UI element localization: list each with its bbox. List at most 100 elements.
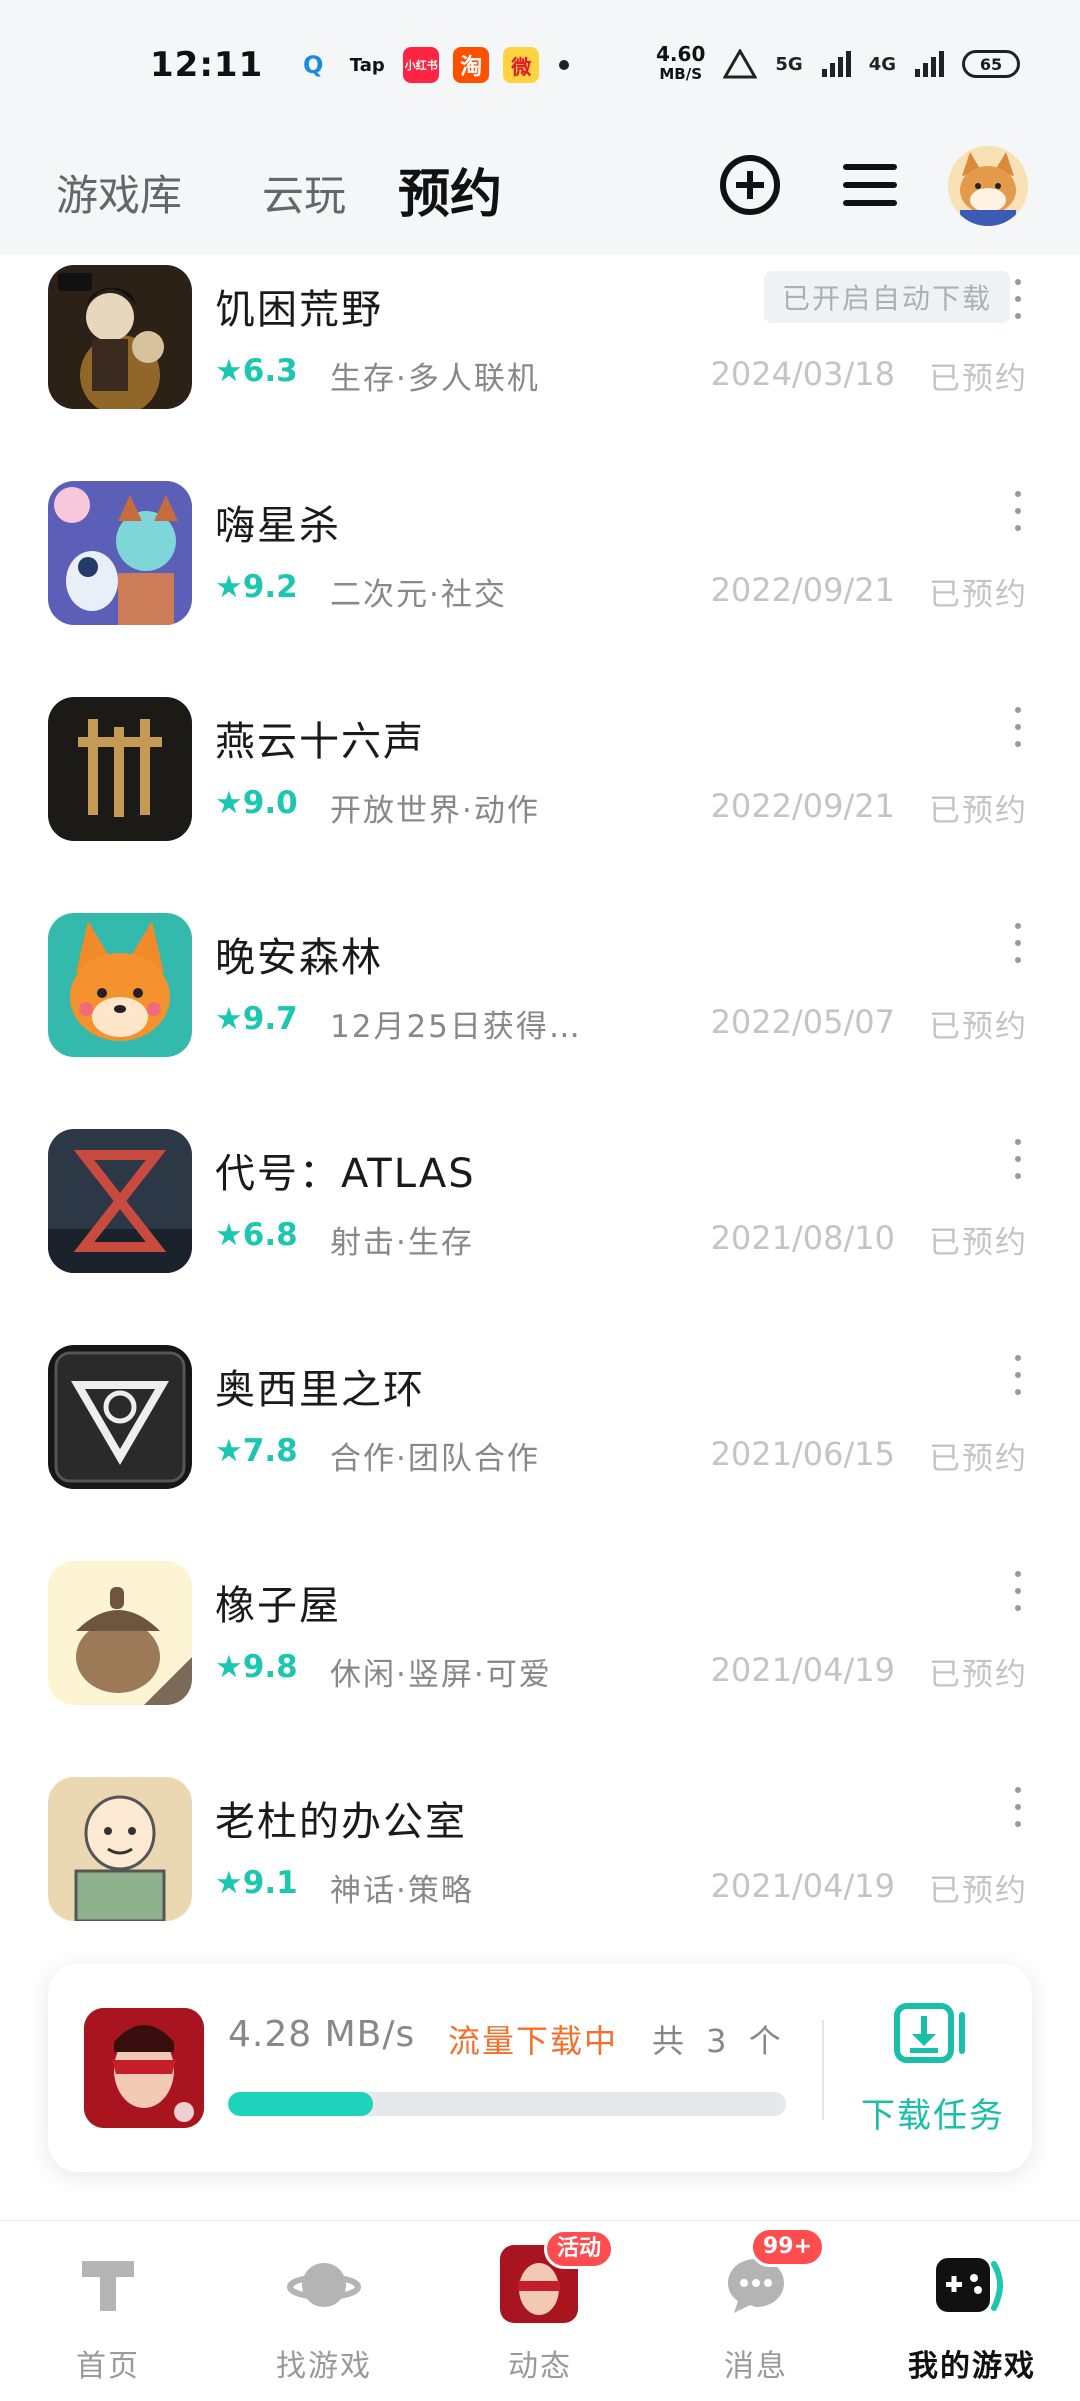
signal-bars-icon xyxy=(915,51,944,77)
nav-label: 找游戏 xyxy=(276,2349,372,2384)
game-rating: ★9.8 xyxy=(215,1649,298,1685)
game-tags: 12月25日获得… xyxy=(330,1009,582,1045)
more-options-icon[interactable] xyxy=(1008,279,1028,319)
game-row[interactable]: 饥困荒野 已开启自动下载 ★6.3 生存·多人联机 2024/03/18 已预约 xyxy=(0,255,1080,471)
download-card[interactable]: 4.28 MB/s 流量下载中 共 3 个 下载任务 xyxy=(48,1964,1032,2172)
game-tags: 神话·策略 xyxy=(330,1873,474,1909)
reservation-status: 已预约 xyxy=(929,1873,1028,1909)
game-icon[interactable] xyxy=(48,265,192,409)
more-options-icon[interactable] xyxy=(1008,1355,1028,1395)
game-tags: 二次元·社交 xyxy=(330,577,507,613)
status-indicators: 4.60 MB/S 5G 4G 65 xyxy=(656,44,1020,84)
release-date: 2021/06/15 xyxy=(710,1435,895,1473)
more-options-icon[interactable] xyxy=(1008,1571,1028,1611)
game-row[interactable]: 橡子屋 ★9.8 休闲·竖屏·可爱 2021/04/19 已预约 xyxy=(0,1551,1080,1767)
plus-circle-icon xyxy=(720,155,780,215)
nav-label: 我的游戏 xyxy=(908,2349,1036,2384)
signal-5g: 5G xyxy=(775,53,803,75)
user-avatar[interactable] xyxy=(948,146,1028,226)
taobao-icon: 淘 xyxy=(453,47,490,83)
game-name: 晚安森林 xyxy=(215,935,383,981)
add-button[interactable] xyxy=(715,150,785,220)
game-rating: ★6.8 xyxy=(215,1217,298,1253)
game-row[interactable]: 老杜的办公室 ★9.1 神话·策略 2021/04/19 已预约 xyxy=(0,1767,1080,1983)
atlas-icon xyxy=(48,1129,192,1273)
game-name: 饥困荒野 xyxy=(215,287,383,333)
nav-home[interactable]: 首页 xyxy=(0,2221,216,2401)
game-icon[interactable] xyxy=(48,913,192,1057)
reservation-status: 已预约 xyxy=(929,577,1028,613)
planet-icon xyxy=(284,2245,364,2325)
nav-messages[interactable]: 99+ 消息 xyxy=(648,2221,864,2401)
game-row[interactable]: 奥西里之环 ★7.8 合作·团队合作 2021/06/15 已预约 xyxy=(0,1335,1080,1551)
more-options-icon[interactable] xyxy=(1008,1139,1028,1179)
yanyun-icon xyxy=(48,697,192,841)
messages-badge: 99+ xyxy=(750,2227,826,2267)
more-options-icon[interactable] xyxy=(1008,923,1028,963)
download-speed: 4.28 MB/s xyxy=(228,2014,416,2055)
release-date: 2024/03/18 xyxy=(710,355,895,393)
release-date: 2022/09/21 xyxy=(710,571,895,609)
reservation-status: 已预约 xyxy=(929,793,1028,829)
game-icon[interactable] xyxy=(48,697,192,841)
game-row[interactable]: 代号：ATLAS ★6.8 射击·生存 2021/08/10 已预约 xyxy=(0,1119,1080,1335)
divider xyxy=(822,2020,824,2120)
game-icon[interactable] xyxy=(48,1777,192,1921)
download-state: 流量下载中 xyxy=(448,2022,619,2060)
game-name: 燕云十六声 xyxy=(215,719,425,765)
tab-cloud-play[interactable]: 云玩 xyxy=(262,162,346,223)
more-options-icon[interactable] xyxy=(1008,707,1028,747)
download-tasks-label: 下载任务 xyxy=(861,2096,1005,2136)
download-tasks-button[interactable]: 下载任务 xyxy=(848,2000,1018,2140)
game-rating: ★9.2 xyxy=(215,569,298,605)
weibo-icon: 微 xyxy=(503,47,540,83)
game-name: 奥西里之环 xyxy=(215,1367,425,1413)
nav-activity[interactable]: 活动 动态 xyxy=(432,2221,648,2401)
game-name: 老杜的办公室 xyxy=(215,1799,467,1845)
game-rating: ★6.3 xyxy=(215,353,298,389)
osiris-ring-icon xyxy=(48,1345,192,1489)
reservation-list: 饥困荒野 已开启自动下载 ★6.3 生存·多人联机 2024/03/18 已预约… xyxy=(0,255,1080,1983)
download-game-thumbnail xyxy=(84,2008,204,2128)
gamepad-icon xyxy=(932,2245,1012,2325)
release-date: 2021/04/19 xyxy=(710,1867,895,1905)
nav-label: 消息 xyxy=(724,2349,788,2384)
game-rating: ★9.1 xyxy=(215,1865,298,1901)
game-name: 代号：ATLAS xyxy=(215,1151,476,1197)
game-tags: 休闲·竖屏·可爱 xyxy=(330,1657,552,1693)
more-options-icon[interactable] xyxy=(1008,491,1028,531)
masked-character-icon xyxy=(84,2008,204,2128)
notification-dot-icon xyxy=(559,60,570,70)
wifi-hotspot-icon xyxy=(723,49,758,79)
tab-game-library[interactable]: 游戏库 xyxy=(56,162,182,223)
reservation-status: 已预约 xyxy=(929,1441,1028,1477)
acorn-icon xyxy=(48,1561,192,1705)
tab-reservations[interactable]: 预约 xyxy=(395,152,505,227)
nav-my-games[interactable]: 我的游戏 xyxy=(864,2221,1080,2401)
game-tags: 生存·多人联机 xyxy=(330,361,540,397)
game-icon[interactable] xyxy=(48,1561,192,1705)
search-app-icon: Q xyxy=(295,47,332,83)
game-name: 嗨星杀 xyxy=(215,503,341,549)
game-row[interactable]: 燕云十六声 ★9.0 开放世界·动作 2022/09/21 已预约 xyxy=(0,687,1080,903)
release-date: 2021/04/19 xyxy=(710,1651,895,1689)
download-progress-bar xyxy=(228,2092,786,2116)
game-rating: ★7.8 xyxy=(215,1433,298,1469)
release-date: 2022/09/21 xyxy=(710,787,895,825)
fox-icon xyxy=(48,913,192,1057)
reservation-status: 已预约 xyxy=(929,1657,1028,1693)
game-icon[interactable] xyxy=(48,1129,192,1273)
game-icon[interactable] xyxy=(48,481,192,625)
shiba-avatar-icon xyxy=(948,146,1028,226)
game-icon[interactable] xyxy=(48,1345,192,1489)
signal-4g: 4G xyxy=(868,53,896,75)
game-row[interactable]: 晚安森林 ★9.7 12月25日获得… 2022/05/07 已预约 xyxy=(0,903,1080,1119)
status-time: 12:11 xyxy=(150,45,264,85)
menu-button[interactable] xyxy=(835,150,905,220)
anime-game-icon xyxy=(48,481,192,625)
more-options-icon[interactable] xyxy=(1008,1787,1028,1827)
game-row[interactable]: 嗨星杀 ★9.2 二次元·社交 2022/09/21 已预约 xyxy=(0,471,1080,687)
download-icon xyxy=(894,2003,965,2063)
bottom-nav: 首页 找游戏 活动 动态 99+ 消息 我的游戏 xyxy=(0,2220,1080,2400)
nav-find-games[interactable]: 找游戏 xyxy=(216,2221,432,2401)
